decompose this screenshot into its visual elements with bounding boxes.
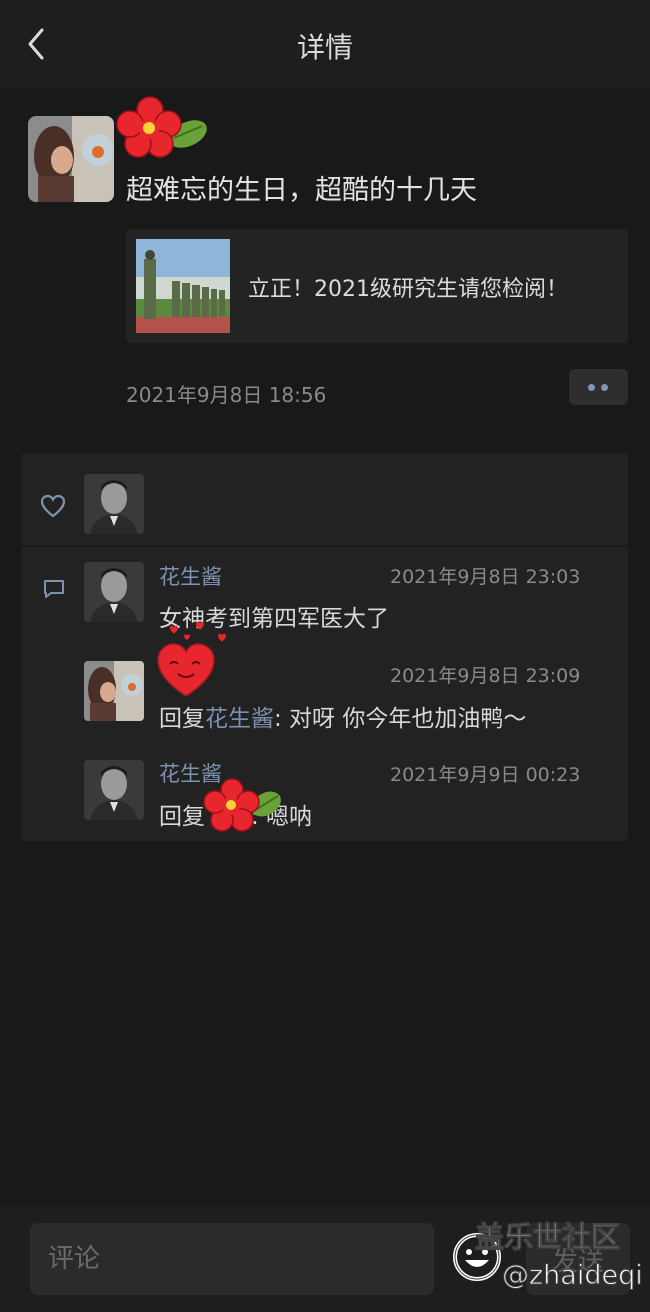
divider (22, 545, 628, 547)
comment-bar: 发送 (0, 1207, 650, 1312)
commenter-avatar[interactable] (84, 661, 144, 721)
comment-text: 回复花生酱: 对呀 你今年也加油鸭～ (159, 699, 526, 733)
more-dots-icon (588, 384, 595, 391)
author-avatar[interactable] (28, 116, 114, 202)
heart-face-sticker (157, 621, 226, 697)
send-button[interactable]: 发送 (526, 1223, 630, 1295)
reply-prefix: 回复 (159, 804, 205, 830)
likes-row (22, 453, 628, 545)
post-text: 超难忘的生日，超酷的十几天 (126, 175, 477, 206)
more-dots-icon-dot (601, 384, 608, 391)
commenter-avatar[interactable] (84, 562, 144, 622)
comment-time: 2021年9月9日 00:23 (390, 764, 581, 786)
comment-author[interactable]: 花生酱 (159, 561, 222, 591)
link-title: 立正！2021级研究生请您检阅！ (248, 277, 568, 302)
post-timestamp: 2021年9月8日 18:56 (126, 383, 327, 407)
page-title: 详情 (296, 31, 353, 64)
liker-avatar[interactable] (84, 474, 144, 534)
reply-to-name[interactable]: 花生酱 (205, 706, 274, 732)
reply-body: : 对呀 你今年也加油鸭～ (274, 706, 527, 732)
link-thumbnail (136, 239, 230, 333)
comment-input[interactable] (30, 1223, 434, 1295)
heart-icon (40, 494, 66, 518)
reply-prefix: 回复 (159, 706, 205, 732)
flower-sticker (116, 96, 207, 158)
comment-time: 2021年9月8日 23:09 (390, 665, 581, 687)
comment-icon (44, 580, 64, 598)
shared-link-card[interactable]: 立正！2021级研究生请您检阅！ (126, 229, 628, 343)
flower-sticker (203, 778, 281, 832)
comment-time: 2021年9月8日 23:03 (390, 566, 581, 588)
interactions-panel: 花生酱 2021年9月8日 23:03 女神考到第四军医大了 2021年9月8日… (22, 453, 628, 841)
commenter-avatar[interactable] (84, 760, 144, 820)
more-options-button[interactable] (569, 369, 628, 405)
top-bar: 详情 (0, 0, 650, 88)
